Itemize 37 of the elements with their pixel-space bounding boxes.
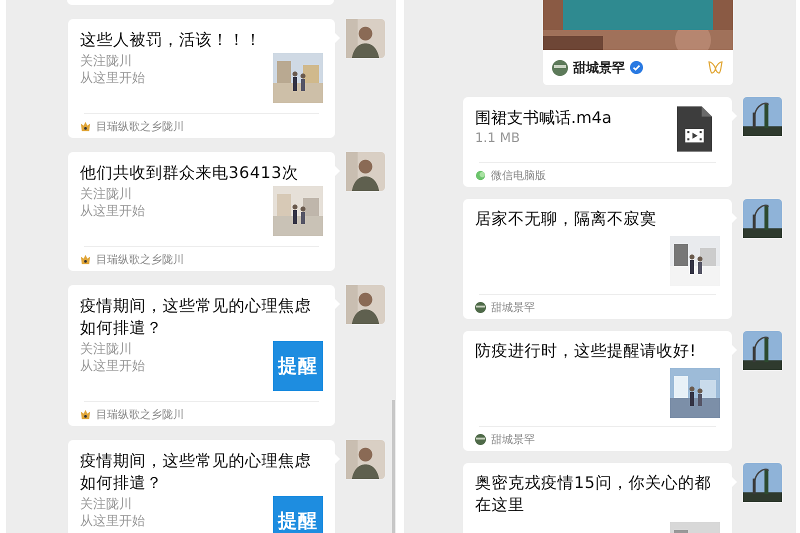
- source-name: 甜城景罕: [491, 300, 535, 314]
- article-summary: 关注陇川: [80, 496, 133, 513]
- article-title: 疫情期间，这些常见的心理焦虑如何排遣？: [80, 295, 312, 339]
- thumbnail-tile: 提醒: [273, 341, 323, 391]
- article-summary: 关注陇川: [80, 53, 133, 70]
- article-title: 这些人被罚，活该！！！: [80, 29, 262, 51]
- source-name: 目瑞纵歌之乡陇川: [96, 406, 184, 422]
- article-summary: 关注陇川: [80, 341, 133, 358]
- account-icon: [552, 60, 568, 76]
- app-icon: [475, 170, 486, 180]
- file-size: 1.1 MB: [475, 130, 521, 148]
- account-icon: [80, 408, 91, 420]
- article-title: 他们共收到群众来电36413次: [80, 162, 300, 184]
- article-summary: 从这里开始: [80, 203, 145, 220]
- article-title: 奥密克戎疫情15问，你关心的都在这里: [475, 472, 712, 516]
- thumbnail-tile: 提醒: [273, 496, 323, 533]
- source-name: 微信电脑版: [491, 168, 546, 182]
- article-title: 居家不无聊，隔离不寂寞: [475, 208, 658, 230]
- article-summary: 从这里开始: [80, 358, 145, 375]
- article-summary: 从这里开始: [80, 513, 145, 530]
- article-title: 疫情期间，这些常见的心理焦虑如何排遣？: [80, 450, 312, 494]
- video-file-icon: [677, 106, 712, 152]
- channel-name: 甜城景罕: [573, 60, 625, 76]
- scrollbar[interactable]: [392, 400, 395, 533]
- source-name: 目瑞纵歌之乡陇川: [96, 252, 184, 266]
- account-icon: [80, 254, 91, 264]
- source-name: 目瑞纵歌之乡陇川: [96, 118, 184, 134]
- source-name: 甜城景罕: [491, 432, 535, 446]
- file-name: 围裙支书喊话.m4a: [475, 107, 612, 129]
- article-summary: 关注陇川: [80, 186, 133, 203]
- account-icon: [475, 302, 486, 312]
- video-card[interactable]: 甜城景罕: [543, 0, 733, 85]
- article-summary: 从这里开始: [80, 70, 145, 87]
- account-icon: [475, 434, 486, 444]
- article-title: 防疫进行时，这些提醒请收好!: [475, 340, 698, 362]
- account-icon: [80, 120, 91, 132]
- butterfly-icon: [708, 61, 723, 74]
